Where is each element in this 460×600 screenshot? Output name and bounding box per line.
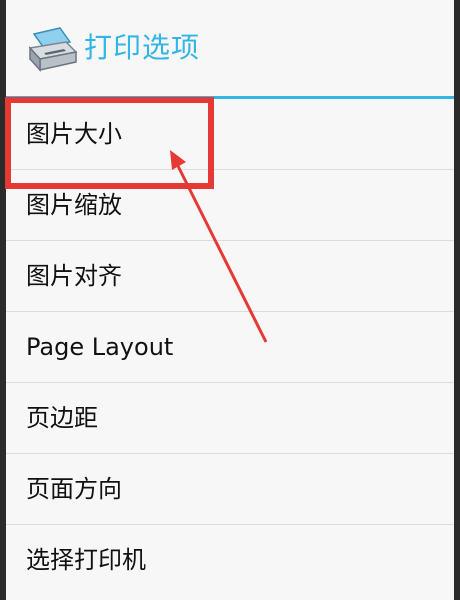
menu-item-label: 图片对齐 — [26, 262, 122, 290]
dialog-title-bar: 打印选项 — [6, 0, 454, 96]
menu-item-select-printer[interactable]: 选择打印机 — [6, 525, 454, 596]
menu-item-page-layout[interactable]: Page Layout — [6, 312, 454, 383]
menu-item-image-size[interactable]: 图片大小 — [6, 99, 454, 170]
printer-icon — [28, 27, 78, 72]
menu-item-label: 页面方向 — [26, 475, 122, 503]
menu-item-label: 图片大小 — [26, 120, 122, 148]
menu-item-label: 图片缩放 — [26, 191, 122, 219]
menu-item-label: Page Layout — [26, 333, 174, 361]
menu-item-orientation[interactable]: 页面方向 — [6, 454, 454, 525]
print-options-menu: 图片大小 图片缩放 图片对齐 Page Layout 页边距 页面方向 选择打印… — [6, 99, 454, 596]
print-options-dialog: 打印选项 图片大小 图片缩放 图片对齐 Page Layout 页边距 页面方向… — [6, 0, 454, 600]
menu-item-label: 页边距 — [26, 404, 98, 432]
dialog-title: 打印选项 — [84, 31, 201, 64]
menu-item-margins[interactable]: 页边距 — [6, 383, 454, 454]
menu-item-image-scaling[interactable]: 图片缩放 — [6, 170, 454, 241]
menu-item-image-alignment[interactable]: 图片对齐 — [6, 241, 454, 312]
menu-item-label: 选择打印机 — [26, 546, 146, 574]
